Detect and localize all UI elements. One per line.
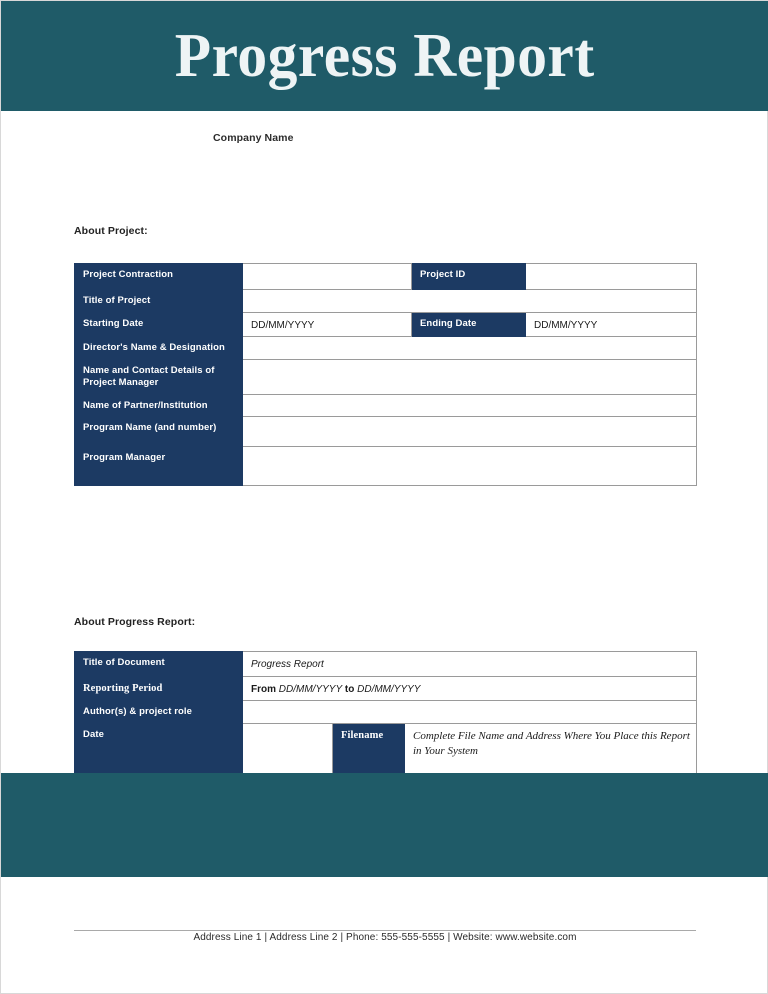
table-row: Name and Contact Details of Project Mana… <box>74 358 697 395</box>
row-value-project-contraction[interactable] <box>242 263 412 290</box>
row-value-partner-institution[interactable] <box>242 393 697 418</box>
header-banner: Progress Report <box>1 1 768 111</box>
table-row: Director's Name & Designation <box>74 336 697 360</box>
table-row: Title of Project <box>74 289 697 313</box>
row-value-ending-date[interactable]: DD/MM/YYYY <box>525 311 697 338</box>
row-value-program-name[interactable] <box>242 416 697 448</box>
page-title: Progress Report <box>175 22 595 90</box>
reporting-period-prefix: From <box>251 683 279 695</box>
row-label-starting-date: Starting Date <box>74 311 243 338</box>
row-value-title-of-document[interactable]: Progress Report <box>241 651 698 677</box>
row-value-authors-project-role[interactable] <box>241 700 698 724</box>
table-row: Program Name (and number) <box>74 416 697 448</box>
about-project-table: Project Contraction Project ID Title of … <box>74 263 697 487</box>
table-row: Reporting Period From DD/MM/YYYY to DD/M… <box>74 675 698 701</box>
footer-banner <box>1 773 768 877</box>
reporting-period-mid: to <box>342 683 358 695</box>
table-row: Starting Date DD/MM/YYYY Ending Date DD/… <box>74 311 697 338</box>
row-label-ending-date: Ending Date <box>411 311 526 338</box>
row-value-title-of-project[interactable] <box>242 289 697 313</box>
row-label-reporting-period: Reporting Period <box>74 675 243 701</box>
footer-address: Address Line 1 | Address Line 2 | Phone:… <box>193 932 577 943</box>
about-project-heading: About Project: <box>74 225 148 237</box>
row-label-authors-project-role: Author(s) & project role <box>74 700 243 724</box>
reporting-period-start-date: DD/MM/YYYY <box>278 683 343 695</box>
row-label-partner-institution: Name of Partner/Institution <box>74 393 243 418</box>
reporting-period-end-date: DD/MM/YYYY <box>357 683 421 695</box>
about-progress-report-heading: About Progress Report: <box>74 616 196 628</box>
table-row: Title of Document Progress Report <box>74 651 698 677</box>
row-value-project-id[interactable] <box>525 263 697 290</box>
row-value-director-name[interactable] <box>242 336 697 360</box>
document-page: Progress Report Company Name About Proje… <box>0 0 768 994</box>
row-value-reporting-period[interactable]: From DD/MM/YYYY to DD/MM/YYYY <box>241 675 698 701</box>
table-row: Project Contraction Project ID <box>74 263 697 290</box>
row-value-project-manager-contact[interactable] <box>242 358 697 395</box>
row-label-program-manager: Program Manager <box>74 446 243 487</box>
row-value-starting-date[interactable]: DD/MM/YYYY <box>242 311 412 338</box>
about-progress-report-table: Title of Document Progress Report Report… <box>74 651 698 782</box>
row-label-title-of-project: Title of Project <box>74 289 243 313</box>
table-row: Name of Partner/Institution <box>74 393 697 418</box>
table-row: Author(s) & project role <box>74 700 698 724</box>
row-value-program-manager[interactable] <box>242 446 697 487</box>
row-label-program-name: Program Name (and number) <box>74 416 243 448</box>
row-label-project-id: Project ID <box>411 263 526 290</box>
row-label-director-name: Director's Name & Designation <box>74 336 243 360</box>
row-label-title-of-document: Title of Document <box>74 651 243 677</box>
company-name: Company Name <box>213 132 294 144</box>
footer-divider <box>74 930 696 931</box>
row-label-project-manager-contact: Name and Contact Details of Project Mana… <box>74 358 243 395</box>
row-label-project-contraction: Project Contraction <box>74 263 243 290</box>
table-row: Program Manager <box>74 446 697 487</box>
